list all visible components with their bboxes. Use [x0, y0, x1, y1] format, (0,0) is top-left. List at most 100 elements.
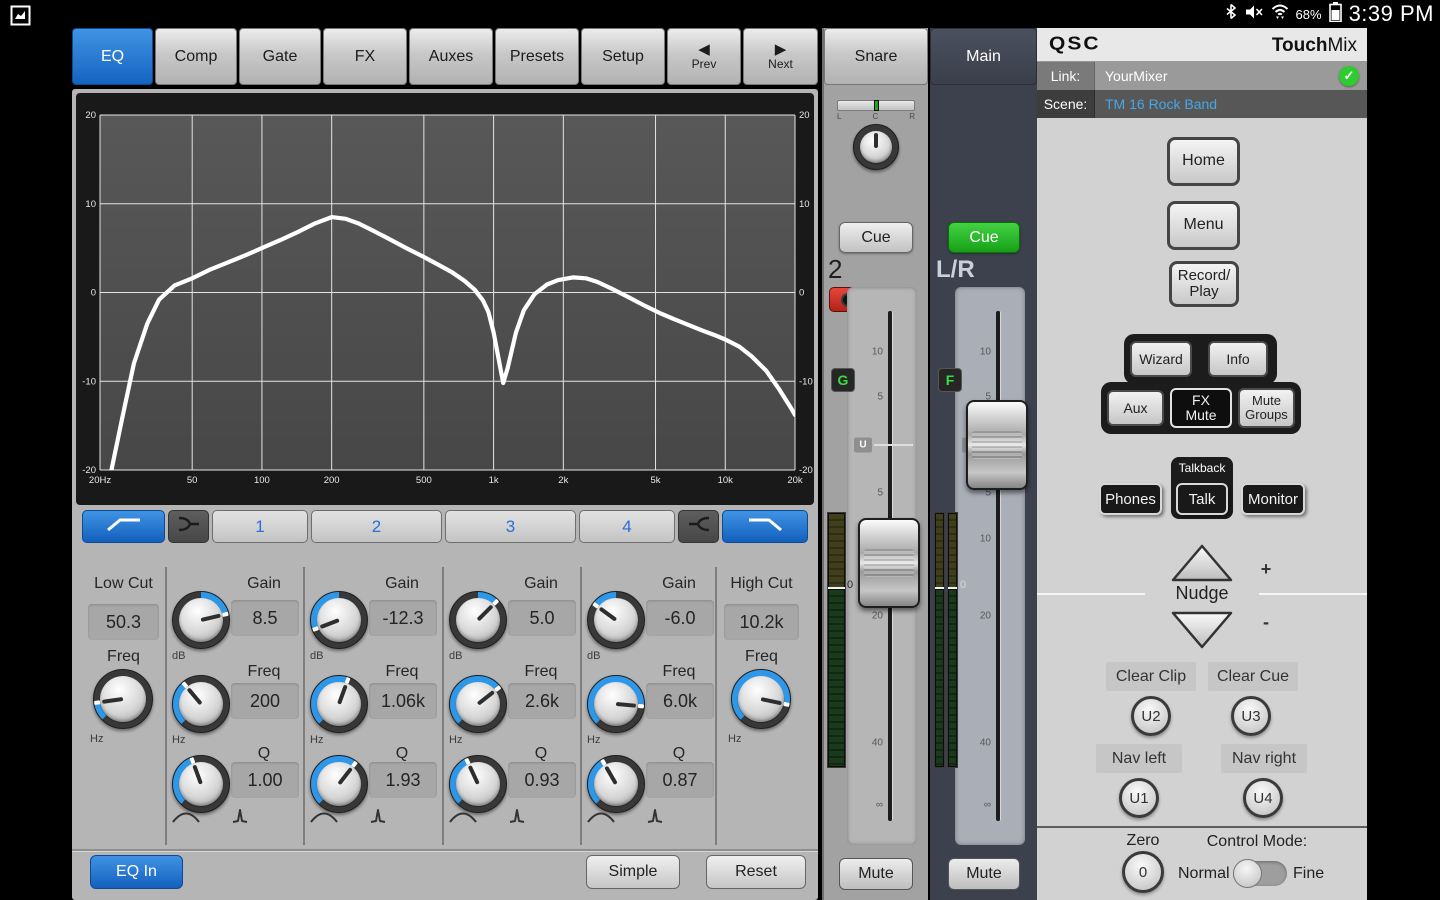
tab-snare[interactable]: Snare: [824, 28, 928, 85]
svg-text:10k: 10k: [718, 475, 734, 486]
db-unit: dB: [172, 650, 185, 662]
band-3-button[interactable]: 3: [445, 510, 576, 543]
band-freq-value[interactable]: 6.0k: [646, 683, 714, 719]
low-shelf-button[interactable]: [168, 510, 209, 543]
nudge-down-button[interactable]: -: [1170, 610, 1234, 655]
band-gain-value[interactable]: 5.0: [508, 600, 576, 636]
svg-text:0: 0: [799, 288, 804, 299]
low-cut-value[interactable]: 50.3: [88, 604, 159, 640]
high-shelf-button[interactable]: [678, 510, 719, 543]
zero-button[interactable]: 0: [1122, 851, 1164, 893]
cue-button-channel[interactable]: Cue: [839, 222, 913, 253]
tab-comp[interactable]: Comp: [155, 28, 237, 85]
wizard-button[interactable]: Wizard: [1130, 341, 1192, 377]
mute-button-main[interactable]: Mute: [948, 858, 1020, 890]
tab-auxes[interactable]: Auxes: [409, 28, 493, 85]
svg-text:100: 100: [254, 475, 270, 486]
band-q-label: Q: [506, 745, 576, 763]
band-q-value[interactable]: 0.93: [508, 762, 576, 798]
band-2-freq-knob[interactable]: [310, 675, 368, 733]
tab-setup[interactable]: Setup: [581, 28, 665, 85]
mute-groups-button[interactable]: MuteGroups: [1238, 388, 1295, 428]
narrow-bell-icon: [369, 807, 387, 830]
high-cut-freq-knob[interactable]: [731, 669, 791, 729]
band-gain-value[interactable]: 8.5: [231, 600, 299, 636]
user-button-u1[interactable]: U1: [1119, 778, 1159, 818]
scene-value[interactable]: TM 16 Rock Band: [1105, 96, 1217, 112]
user-button-u3[interactable]: U3: [1231, 696, 1271, 736]
band-3-gain-knob[interactable]: [449, 591, 507, 649]
tab-gate[interactable]: Gate: [239, 28, 321, 85]
tab-fx[interactable]: FX: [323, 28, 407, 85]
home-button[interactable]: Home: [1167, 137, 1240, 186]
user-button-u2[interactable]: U2: [1131, 696, 1171, 736]
meter-lower-segments: [936, 590, 943, 766]
band-1-q-knob[interactable]: [172, 755, 230, 813]
main-strip: Main Cue L/R 105U5102040∞ F 0 Mute: [930, 28, 1037, 900]
band-freq-value[interactable]: 1.06k: [369, 683, 437, 719]
band-4-freq-knob[interactable]: [587, 675, 645, 733]
cue-button-main[interactable]: Cue: [948, 222, 1020, 253]
band-freq-value[interactable]: 200: [231, 683, 299, 719]
pan-knob[interactable]: [853, 124, 899, 170]
band-3-freq-knob[interactable]: [449, 675, 507, 733]
nudge-up-button[interactable]: +: [1170, 543, 1234, 588]
band-freq-value[interactable]: 2.6k: [508, 683, 576, 719]
channel-strip-2: Snare LCR Cue 2 105U5102040∞ G 0 Mute: [822, 28, 928, 900]
band-3-q-knob[interactable]: [449, 755, 507, 813]
fader-cap-main[interactable]: [966, 400, 1028, 490]
wide-bell-icon: [448, 807, 478, 830]
band-1-button[interactable]: 1: [212, 510, 308, 543]
info-button[interactable]: Info: [1208, 341, 1268, 377]
tab-main[interactable]: Main: [930, 28, 1037, 85]
touchmix-app: 68% 3:39 PM EQ Comp Gate FX Auxes Preset…: [0, 0, 1440, 900]
band-q-label: Q: [229, 745, 299, 763]
band-gain-value[interactable]: -12.3: [369, 600, 437, 636]
fx-mute-button[interactable]: FXMute: [1170, 388, 1232, 428]
band-2-gain-knob[interactable]: [310, 591, 368, 649]
band-4-gain-knob[interactable]: [587, 591, 645, 649]
mute-button-channel[interactable]: Mute: [839, 858, 913, 890]
band-gain-value[interactable]: -6.0: [646, 600, 714, 636]
low-cut-freq-knob[interactable]: [93, 669, 153, 729]
low-cut-title: Low Cut: [82, 575, 165, 593]
user-button-u4[interactable]: U4: [1243, 778, 1283, 818]
band-q-value[interactable]: 1.00: [231, 762, 299, 798]
talk-button[interactable]: Talk: [1176, 483, 1228, 515]
tab-presets[interactable]: Presets: [495, 28, 579, 85]
menu-button[interactable]: Menu: [1167, 201, 1240, 250]
reset-button[interactable]: Reset: [706, 855, 806, 889]
mode-fine-label: Fine: [1293, 865, 1324, 883]
monitor-button[interactable]: Monitor: [1241, 483, 1305, 515]
band-2-button[interactable]: 2: [311, 510, 442, 543]
phones-button[interactable]: Phones: [1099, 483, 1162, 515]
control-mode-toggle[interactable]: [1233, 861, 1287, 886]
next-channel-button[interactable]: ▶ Next: [743, 28, 818, 85]
band-2-q-knob[interactable]: [310, 755, 368, 813]
band-4-button[interactable]: 4: [579, 510, 675, 543]
band-1-freq-knob[interactable]: [172, 675, 230, 733]
tab-eq[interactable]: EQ: [72, 28, 153, 85]
low-cut-button[interactable]: [82, 510, 165, 543]
eq-graph[interactable]: 2020101000-10-10-20-2020Hz501002005001k2…: [76, 93, 814, 505]
fader-scale-label: 20: [980, 611, 991, 622]
meter-zero-label: 0: [960, 579, 966, 591]
band-q-value[interactable]: 0.87: [646, 762, 714, 798]
eq-in-button[interactable]: EQ In: [90, 855, 183, 889]
simple-button[interactable]: Simple: [586, 855, 680, 889]
high-cut-button[interactable]: [722, 510, 808, 543]
band-1-gain-knob[interactable]: [172, 591, 230, 649]
high-cut-value[interactable]: 10.2k: [724, 604, 799, 640]
band-q-value[interactable]: 1.93: [369, 762, 437, 798]
db-unit: dB: [587, 650, 600, 662]
svg-text:50: 50: [187, 475, 198, 486]
fader-track-main[interactable]: 105U5102040∞: [955, 287, 1025, 845]
band-4-q-knob[interactable]: [587, 755, 645, 813]
product-name: TouchMix: [1272, 35, 1357, 57]
fader-cap-channel[interactable]: [858, 518, 920, 608]
aux-button[interactable]: Aux: [1107, 390, 1164, 426]
fader-scale-label: 10: [872, 347, 883, 358]
group-badge: G: [831, 368, 855, 392]
prev-channel-button[interactable]: ◀ Prev: [667, 28, 741, 85]
record-play-button[interactable]: Record/Play: [1169, 261, 1239, 307]
